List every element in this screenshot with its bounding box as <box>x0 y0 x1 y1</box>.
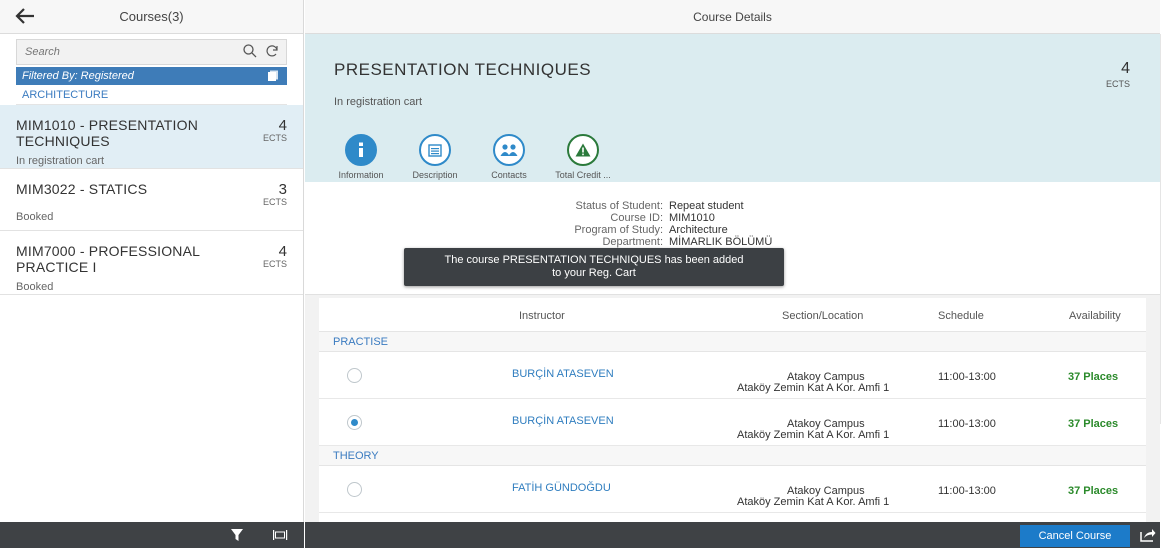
cancel-course-button[interactable]: Cancel Course <box>1020 525 1130 547</box>
info-label: Course ID: <box>610 212 663 224</box>
sections-table: Instructor Section/Location Schedule Ava… <box>319 298 1146 522</box>
tab-label: Total Credit ... <box>555 170 611 180</box>
course-ects: 4 <box>1121 60 1130 77</box>
table-header: Instructor Section/Location Schedule Ava… <box>319 298 1146 332</box>
course-list-item[interactable]: MIM1010 - PRESENTATION TECHNIQUES In reg… <box>0 105 303 169</box>
table-group-header: PRACTISE <box>319 332 1146 352</box>
tab-label: Contacts <box>491 170 527 180</box>
master-title: Courses(3) <box>119 9 184 24</box>
course-item-ects: 3 <box>278 181 287 198</box>
availability-text: 37 Places <box>1068 371 1119 383</box>
info-label: Status of Student: <box>575 200 663 212</box>
list-group-header: ARCHITECTURE <box>16 85 287 105</box>
room-text: Ataköy Zemin Kat A Kor. Amfi 1 <box>737 496 890 508</box>
table-row[interactable]: FATİH GÜNDOĞDU Atakoy Campus Ataköy Zemi… <box>319 466 1146 513</box>
course-item-ects-unit: ECTS <box>262 133 287 143</box>
share-icon[interactable] <box>1140 528 1156 542</box>
calendar-icon <box>419 134 451 166</box>
filter-icon[interactable] <box>230 528 244 542</box>
course-item-ects: 4 <box>278 243 287 260</box>
course-title: PRESENTATION TECHNIQUES <box>334 60 592 79</box>
room-text: Ataköy Zemin Kat A Kor. Amfi 1 <box>737 382 890 394</box>
scrollbar[interactable] <box>1160 34 1170 424</box>
course-item-ects: 4 <box>278 117 287 134</box>
instructor-link[interactable]: FATİH GÜNDOĞDU <box>512 482 611 494</box>
info-value: Architecture <box>669 224 728 236</box>
master-header: Courses(3) <box>0 0 303 34</box>
course-list: MIM1010 - PRESENTATION TECHNIQUES In reg… <box>0 105 303 295</box>
warning-icon <box>567 134 599 166</box>
master-footer <box>0 522 304 548</box>
course-list-item[interactable]: MIM3022 - STATICS Booked 3 ECTS <box>0 169 303 231</box>
info-value: Repeat student <box>669 200 744 212</box>
tab-information[interactable]: Information <box>330 134 392 187</box>
message-toast: The course PRESENTATION TECHNIQUES has b… <box>404 248 784 286</box>
column-header-availability: Availability <box>1069 310 1121 322</box>
instructor-link[interactable]: BURÇİN ATASEVEN <box>512 415 614 427</box>
column-header-schedule: Schedule <box>938 310 984 322</box>
tab-label: Description <box>412 170 458 180</box>
section-radio[interactable] <box>347 482 362 497</box>
copy-icon <box>268 70 278 81</box>
info-value: MİMARLIK BÖLÜMÜ <box>669 236 773 248</box>
master-pane: Courses(3) Filtered By: Registered ARCHI… <box>0 0 304 548</box>
course-item-title: MIM7000 - PROFESSIONAL PRACTICE I <box>16 243 200 275</box>
course-item-status: Booked <box>16 211 54 223</box>
filter-info-bar[interactable]: Filtered By: Registered <box>16 67 287 85</box>
course-item-status: Booked <box>16 281 54 293</box>
course-list-item[interactable]: MIM7000 - PROFESSIONAL PRACTICE I Booked… <box>0 231 303 295</box>
room-text: Ataköy Zemin Kat A Kor. Amfi 1 <box>737 429 890 441</box>
tab-total-credit[interactable]: Total Credit ... <box>552 134 614 180</box>
filter-text: Filtered By: Registered <box>22 70 134 82</box>
app: Courses(3) Filtered By: Registered ARCHI… <box>0 0 1160 548</box>
info-label: Program of Study: <box>574 224 663 236</box>
tab-contacts[interactable]: Contacts <box>478 134 540 180</box>
course-item-ects-unit: ECTS <box>262 197 287 207</box>
table-row[interactable]: BURÇİN ATASEVEN Atakoy Campus Ataköy Zem… <box>319 399 1146 446</box>
toast-line: The course PRESENTATION TECHNIQUES has b… <box>444 254 744 266</box>
refresh-icon[interactable] <box>264 43 280 59</box>
instructor-link[interactable]: BURÇİN ATASEVEN <box>512 368 614 380</box>
availability-text: 37 Places <box>1068 485 1119 497</box>
section-radio[interactable] <box>347 415 362 430</box>
table-row[interactable]: BURÇİN ATASEVEN Atakoy Campus Ataköy Zem… <box>319 352 1146 399</box>
search-input[interactable] <box>17 40 207 64</box>
table-group-header: THEORY <box>319 446 1146 466</box>
object-header: PRESENTATION TECHNIQUES In registration … <box>305 34 1160 187</box>
detail-pane: Course Details PRESENTATION TECHNIQUES I… <box>305 0 1160 548</box>
search-field <box>16 39 287 65</box>
course-item-ects-unit: ECTS <box>262 259 287 269</box>
schedule-text: 11:00-13:00 <box>938 485 996 497</box>
detail-header: Course Details <box>305 0 1160 34</box>
barcode-icon[interactable] <box>272 528 288 542</box>
availability-text: 37 Places <box>1068 418 1119 430</box>
column-header-instructor: Instructor <box>519 310 565 322</box>
schedule-text: 11:00-13:00 <box>938 418 996 430</box>
course-status: In registration cart <box>334 96 423 108</box>
section-radio[interactable] <box>347 368 362 383</box>
toast-line: to your Reg. Cart <box>552 267 636 279</box>
column-header-section: Section/Location <box>782 310 864 322</box>
info-label: Department: <box>602 236 663 248</box>
info-value: MIM1010 <box>669 212 715 224</box>
tab-label: Information <box>338 170 384 180</box>
info-icon <box>345 134 377 166</box>
schedule-text: 11:00-13:00 <box>938 371 996 383</box>
detail-footer: Cancel Course <box>305 522 1160 548</box>
course-item-title: MIM3022 - STATICS <box>16 181 148 197</box>
people-icon <box>493 134 525 166</box>
search-icon[interactable] <box>242 43 258 59</box>
course-ects-unit: ECTS <box>1105 79 1130 89</box>
course-item-status: In registration cart <box>16 155 105 167</box>
course-item-title: MIM1010 - PRESENTATION TECHNIQUES <box>16 117 199 149</box>
tab-description[interactable]: Description <box>404 134 466 180</box>
